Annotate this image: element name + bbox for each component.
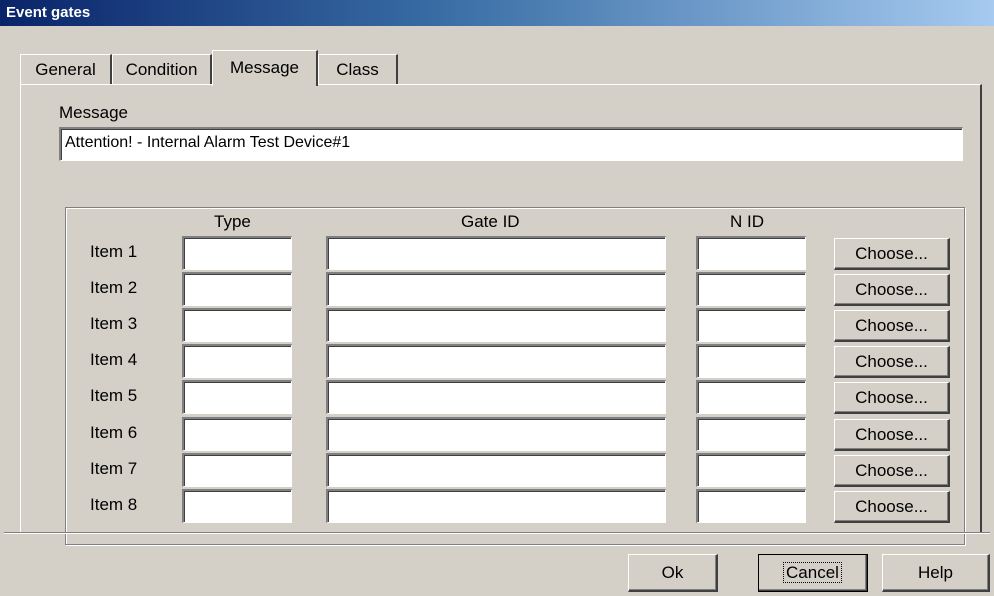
choose-button-label: Choose... <box>855 497 928 516</box>
choose-button[interactable]: Choose... <box>834 310 950 342</box>
item-gate-id-input[interactable] <box>326 380 666 414</box>
message-input[interactable]: Attention! - Internal Alarm Test Device#… <box>59 127 963 161</box>
title-bar[interactable]: Event gates <box>0 0 994 26</box>
item-gate-id-input[interactable] <box>326 453 666 487</box>
item-n-id-input[interactable] <box>696 380 806 414</box>
ok-button[interactable]: Ok <box>628 554 718 592</box>
item-type-input[interactable] <box>182 236 292 270</box>
item-n-id-input[interactable] <box>696 489 806 523</box>
choose-button[interactable]: Choose... <box>834 419 950 451</box>
choose-button[interactable]: Choose... <box>834 491 950 523</box>
choose-button[interactable]: Choose... <box>834 238 950 270</box>
tab-message[interactable]: Message <box>212 50 318 86</box>
item-gate-id-input[interactable] <box>326 489 666 523</box>
item-gate-id-input[interactable] <box>326 308 666 342</box>
item-type-input[interactable] <box>182 308 292 342</box>
choose-button-label: Choose... <box>855 280 928 299</box>
item-label: Item 2 <box>90 278 138 297</box>
tab-class[interactable]: Class <box>318 54 398 84</box>
choose-button-label: Choose... <box>855 244 928 263</box>
item-label: Item 8 <box>90 495 138 514</box>
header-gate-id: Gate ID <box>461 212 520 231</box>
tab-condition[interactable]: Condition <box>112 54 212 84</box>
choose-button-label: Choose... <box>855 388 928 407</box>
choose-button-label: Choose... <box>855 425 928 444</box>
choose-button[interactable]: Choose... <box>834 382 950 414</box>
header-type: Type <box>214 212 251 231</box>
item-n-id-input[interactable] <box>696 308 806 342</box>
item-gate-id-input[interactable] <box>326 236 666 270</box>
choose-button[interactable]: Choose... <box>834 455 950 487</box>
item-gate-id-input[interactable] <box>326 272 666 306</box>
item-gate-id-input[interactable] <box>326 417 666 451</box>
choose-button[interactable]: Choose... <box>834 274 950 306</box>
header-n-id: N ID <box>730 212 764 231</box>
item-type-input[interactable] <box>182 489 292 523</box>
item-label: Item 7 <box>90 459 138 478</box>
item-n-id-input[interactable] <box>696 417 806 451</box>
item-label: Item 3 <box>90 314 138 333</box>
item-type-input[interactable] <box>182 417 292 451</box>
window-title: Event gates <box>6 4 91 21</box>
item-label: Item 6 <box>90 423 138 442</box>
item-type-input[interactable] <box>182 453 292 487</box>
item-label: Item 1 <box>90 242 138 261</box>
item-n-id-input[interactable] <box>696 344 806 378</box>
item-n-id-input[interactable] <box>696 236 806 270</box>
help-button[interactable]: Help <box>882 554 990 592</box>
item-type-input[interactable] <box>182 344 292 378</box>
message-label: Message <box>59 103 128 122</box>
item-type-input[interactable] <box>182 380 292 414</box>
item-n-id-input[interactable] <box>696 272 806 306</box>
item-type-input[interactable] <box>182 272 292 306</box>
choose-button[interactable]: Choose... <box>834 346 950 378</box>
item-label: Item 5 <box>90 386 138 405</box>
tab-general[interactable]: General <box>20 54 112 84</box>
item-gate-id-input[interactable] <box>326 344 666 378</box>
item-label: Item 4 <box>90 350 138 369</box>
choose-button-label: Choose... <box>855 352 928 371</box>
choose-button-label: Choose... <box>855 461 928 480</box>
choose-button-label: Choose... <box>855 316 928 335</box>
tab-panel-message: Message Attention! - Internal Alarm Test… <box>20 84 982 545</box>
dialog-window: General Condition Message Class Message … <box>4 26 990 596</box>
cancel-button[interactable]: Cancel <box>758 554 868 592</box>
separator <box>4 532 990 534</box>
items-groupbox: Type Gate ID N ID Item 1 Choose... Item 2 C… <box>65 207 965 545</box>
item-n-id-input[interactable] <box>696 453 806 487</box>
